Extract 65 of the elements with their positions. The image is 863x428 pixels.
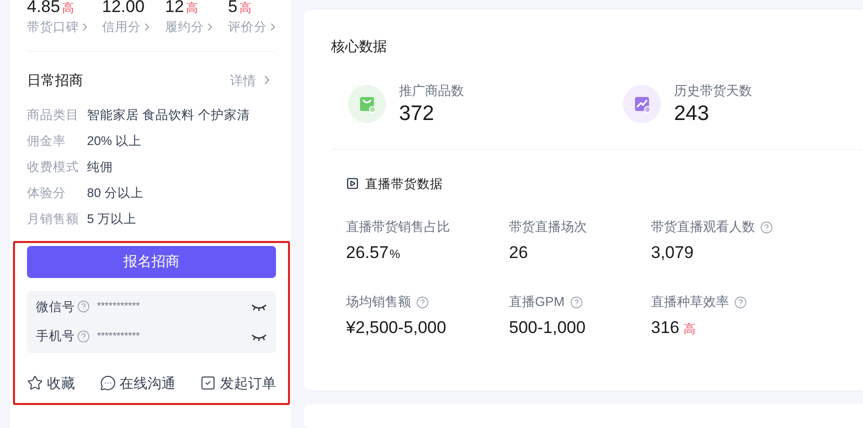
metric-label: 直播带货销售占比 bbox=[346, 218, 450, 236]
field-value: 20% 以上 bbox=[87, 132, 142, 150]
section-title: 核心数据 bbox=[331, 37, 388, 56]
field-label: 收费模式 bbox=[27, 158, 80, 176]
score-value: 5 bbox=[228, 0, 238, 18]
metric-label: 带货直播观看人数 bbox=[651, 218, 755, 236]
chat-icon bbox=[100, 375, 116, 392]
stat-value: 372 bbox=[399, 100, 436, 126]
metric-label: 直播GPM bbox=[509, 293, 565, 312]
eye-closed-icon[interactable] bbox=[251, 332, 267, 342]
metric-value: 316 bbox=[651, 316, 680, 339]
trend-chart-icon bbox=[623, 84, 661, 123]
checklist-icon bbox=[200, 375, 216, 392]
help-icon[interactable] bbox=[416, 296, 429, 308]
unit-label: % bbox=[390, 246, 400, 263]
metric-value: 26.57 bbox=[346, 242, 389, 264]
contact-label: 手机号 bbox=[36, 328, 75, 346]
masked-value: *********** bbox=[97, 330, 141, 344]
field-value: 智能家居 食品饮料 个护家清 bbox=[87, 106, 250, 124]
field-value: 80 分以上 bbox=[87, 184, 144, 202]
help-icon[interactable] bbox=[570, 296, 583, 308]
high-tag: 高 bbox=[62, 0, 74, 17]
score-label[interactable]: 履约分 bbox=[165, 18, 204, 37]
metric-label: 直播种草效率 bbox=[651, 293, 729, 312]
stat-label: 历史带货天数 bbox=[674, 82, 752, 100]
score-label[interactable]: 评价分 bbox=[228, 18, 267, 37]
high-tag: 高 bbox=[186, 0, 198, 17]
field-label: 月销售额 bbox=[27, 210, 80, 228]
score-label[interactable]: 信用分 bbox=[102, 18, 141, 37]
metric-value: 3,079 bbox=[651, 242, 694, 264]
contact-label: 微信号 bbox=[36, 298, 75, 316]
high-tag: 高 bbox=[683, 320, 696, 338]
high-tag: 高 bbox=[239, 0, 252, 17]
shopping-bag-icon bbox=[348, 84, 386, 123]
help-icon[interactable] bbox=[760, 220, 773, 234]
help-icon[interactable] bbox=[77, 300, 90, 314]
metric-value: ¥2,500-5,000 bbox=[346, 316, 446, 339]
help-icon[interactable] bbox=[734, 296, 747, 308]
field-label: 体验分 bbox=[27, 184, 67, 202]
metric-value: 26 bbox=[509, 242, 528, 264]
details-link[interactable]: 详情 bbox=[230, 70, 256, 90]
help-icon[interactable] bbox=[77, 330, 90, 344]
video-icon bbox=[346, 177, 359, 190]
apply-button[interactable]: 报名招商 bbox=[27, 246, 276, 278]
action-button[interactable]: 在线沟通 bbox=[100, 372, 176, 394]
field-value: 5 万以上 bbox=[87, 210, 136, 228]
action-button[interactable]: 发起订单 bbox=[200, 372, 276, 394]
stat-value: 243 bbox=[674, 100, 710, 126]
star-icon bbox=[27, 375, 43, 392]
score-value: 4.85 bbox=[27, 0, 60, 18]
action-button[interactable]: 收藏 bbox=[27, 372, 75, 394]
metric-label: 场均销售额 bbox=[346, 293, 411, 312]
field-label: 商品类目 bbox=[27, 106, 80, 124]
score-label[interactable]: 带货口碑 bbox=[27, 18, 79, 37]
field-value: 纯佣 bbox=[87, 158, 113, 176]
metric-value: 500-1,000 bbox=[509, 316, 586, 339]
section-title: 日常招商 bbox=[27, 70, 83, 90]
field-label: 佣金率 bbox=[27, 132, 67, 150]
metric-label: 带货直播场次 bbox=[509, 218, 587, 236]
masked-value: *********** bbox=[97, 300, 141, 314]
score-value: 12.00 bbox=[102, 0, 145, 18]
eye-closed-icon[interactable] bbox=[251, 302, 267, 312]
score-value: 12 bbox=[165, 0, 184, 18]
stat-label: 推广商品数 bbox=[399, 82, 464, 100]
section-title: 直播带货数据 bbox=[365, 176, 443, 192]
